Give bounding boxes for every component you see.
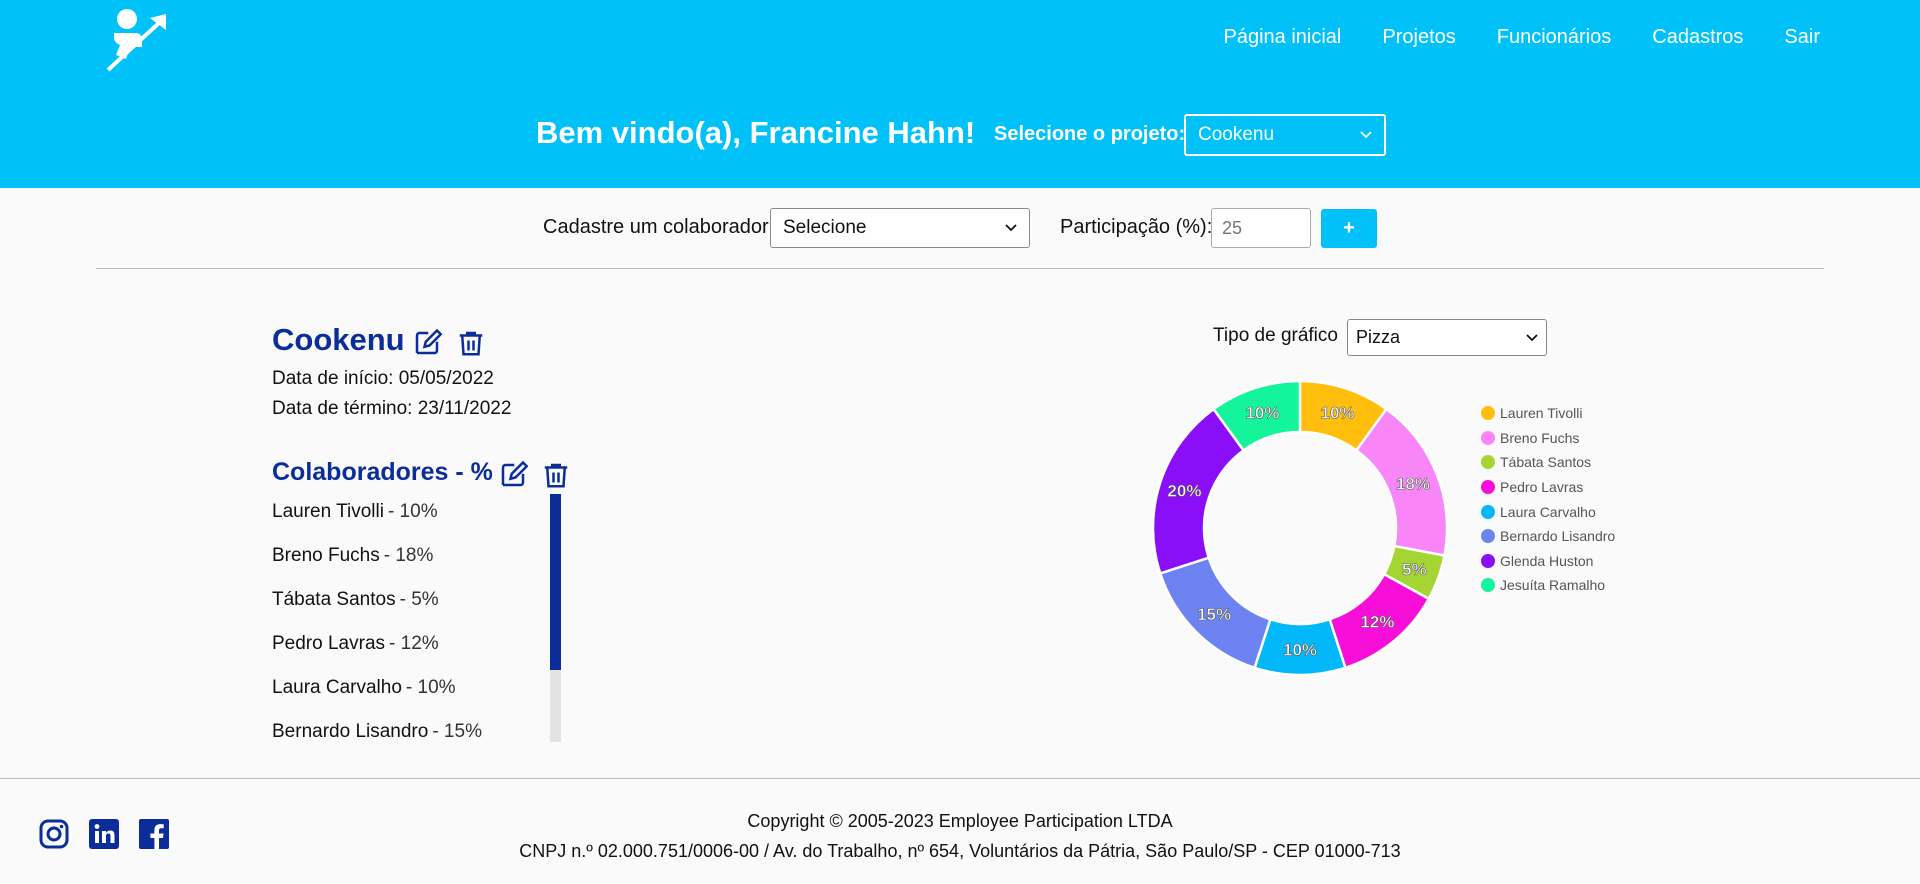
- collaborators-list: Lauren Tivolli - 10% Breno Fuchs - 18% Táb…: [272, 490, 552, 744]
- legend-color-icon: [1481, 504, 1495, 519]
- project-select-label: Selecione o projeto:: [994, 123, 1186, 145]
- legend-color-icon: [1481, 578, 1495, 593]
- participation-label: Participação (%):: [1060, 216, 1213, 238]
- legend-item[interactable]: Laura Carvalho: [1481, 499, 1615, 524]
- participation-input[interactable]: [1211, 208, 1311, 248]
- list-item: Lauren Tivolli - 10%: [272, 490, 552, 534]
- legend-item[interactable]: Lauren Tivolli: [1481, 401, 1615, 426]
- collaborators-title: Colaboradores - %: [272, 458, 493, 486]
- collaborator-select[interactable]: Selecione: [770, 208, 1030, 248]
- nav-home[interactable]: Página inicial: [1224, 26, 1342, 49]
- nav-projects[interactable]: Projetos: [1382, 26, 1455, 49]
- collaborator-pct: - 18%: [383, 545, 434, 566]
- start-date: Data de início: 05/05/2022: [272, 368, 494, 389]
- nav-registrations[interactable]: Cadastros: [1652, 26, 1743, 49]
- project-title: Cookenu: [272, 322, 405, 357]
- legend-label: Pedro Lavras: [1500, 479, 1584, 496]
- legend-color-icon: [1481, 529, 1495, 544]
- collaborator-pct: - 10%: [387, 501, 438, 522]
- add-collaborator-button[interactable]: +: [1321, 209, 1377, 248]
- scrollbar-thumb[interactable]: [550, 494, 561, 671]
- collaborator-name: Pedro Lavras: [272, 633, 386, 654]
- chart-type-value: Pizza: [1356, 327, 1401, 347]
- slice-label: 20%: [1167, 481, 1201, 500]
- list-item: Laura Carvalho - 10%: [272, 666, 552, 710]
- collaborator-name: Breno Fuchs: [272, 545, 380, 566]
- list-item: Bernardo Lisandro - 15%: [272, 710, 552, 744]
- project-select-value: Cookenu: [1198, 124, 1275, 145]
- main-nav: Página inicial Projetos Funcionários Cad…: [1183, 26, 1820, 49]
- legend-label: Lauren Tivolli: [1500, 405, 1583, 422]
- legend-label: Laura Carvalho: [1500, 503, 1596, 520]
- legend-color-icon: [1481, 553, 1495, 568]
- delete-project-icon[interactable]: [456, 328, 486, 358]
- address-text: CNPJ n.º 02.000.751/0006-00 / Av. do Tra…: [519, 841, 1401, 861]
- list-item: Tábata Santos - 5%: [272, 578, 552, 622]
- delete-collaborators-icon[interactable]: [541, 460, 571, 490]
- nav-logout[interactable]: Sair: [1784, 26, 1820, 49]
- legend-item[interactable]: Bernardo Lisandro: [1481, 524, 1615, 549]
- legend-color-icon: [1481, 455, 1495, 470]
- welcome-message: Bem vindo(a), Francine Hahn!: [536, 115, 976, 150]
- collaborator-select-value: Selecione: [783, 217, 867, 238]
- participation-donut-chart: 10% 18% 5% 12% 10% 15% 20% 10%: [1151, 380, 1449, 677]
- legend-color-icon: [1481, 430, 1495, 445]
- collaborator-pct: - 5%: [399, 589, 439, 610]
- slice-label: 10%: [1283, 641, 1317, 660]
- slice-label: 5%: [1402, 560, 1427, 579]
- divider: [96, 268, 1824, 269]
- collaborator-name: Tábata Santos: [272, 589, 396, 610]
- collaborator-name: Laura Carvalho: [272, 677, 402, 698]
- slice-label: 15%: [1197, 605, 1231, 624]
- legend-label: Jesuíta Ramalho: [1500, 577, 1606, 594]
- collaborator-pct: - 12%: [389, 633, 439, 654]
- legend-label: Glenda Huston: [1500, 552, 1594, 569]
- legend-item[interactable]: Tábata Santos: [1481, 450, 1615, 475]
- slice-label: 10%: [1245, 403, 1279, 422]
- legend-label: Tábata Santos: [1500, 454, 1592, 471]
- legend-item[interactable]: Pedro Lavras: [1481, 475, 1615, 500]
- chevron-down-icon: [1005, 224, 1017, 232]
- legend-label: Breno Fuchs: [1500, 429, 1580, 446]
- end-date: Data de término: 23/11/2022: [272, 398, 512, 419]
- collab-label: Cadastre um colaborador:: [543, 216, 775, 238]
- chart-legend: Lauren Tivolli Breno Fuchs Tábata Santos Pe…: [1481, 401, 1615, 598]
- copyright-text: Copyright © 2005-2023 Employee Participa…: [747, 811, 1173, 831]
- legend-color-icon: [1481, 480, 1495, 495]
- slice-label: 18%: [1396, 474, 1430, 493]
- legend-item[interactable]: Jesuíta Ramalho: [1481, 573, 1615, 598]
- logo-icon[interactable]: [104, 8, 168, 74]
- chart-type-select[interactable]: Pizza: [1347, 319, 1547, 356]
- chevron-down-icon: [1526, 333, 1538, 341]
- collaborator-name: Lauren Tivolli: [272, 501, 384, 522]
- chevron-down-icon: [1360, 131, 1372, 139]
- legend-item[interactable]: Breno Fuchs: [1481, 426, 1615, 451]
- slice-label: 12%: [1360, 613, 1394, 632]
- nav-employees[interactable]: Funcionários: [1497, 26, 1612, 49]
- slice-label: 10%: [1321, 403, 1355, 422]
- collaborators-scrollbar[interactable]: [550, 494, 561, 742]
- list-item: Breno Fuchs - 18%: [272, 534, 552, 578]
- project-select[interactable]: Cookenu: [1184, 114, 1386, 156]
- collaborator-pct: - 10%: [405, 677, 456, 698]
- legend-label: Bernardo Lisandro: [1500, 528, 1616, 545]
- legend-item[interactable]: Glenda Huston: [1481, 549, 1615, 574]
- collaborator-name: Bernardo Lisandro: [272, 721, 429, 742]
- edit-project-icon[interactable]: [412, 328, 442, 358]
- footer-divider: [0, 778, 1920, 779]
- header-bar: Página inicial Projetos Funcionários Cad…: [0, 0, 1920, 188]
- collaborator-pct: - 15%: [432, 721, 482, 742]
- legend-color-icon: [1481, 406, 1495, 421]
- edit-collaborators-icon[interactable]: [498, 460, 528, 490]
- list-item: Pedro Lavras - 12%: [272, 622, 552, 666]
- chart-type-label: Tipo de gráfico: [1213, 325, 1338, 346]
